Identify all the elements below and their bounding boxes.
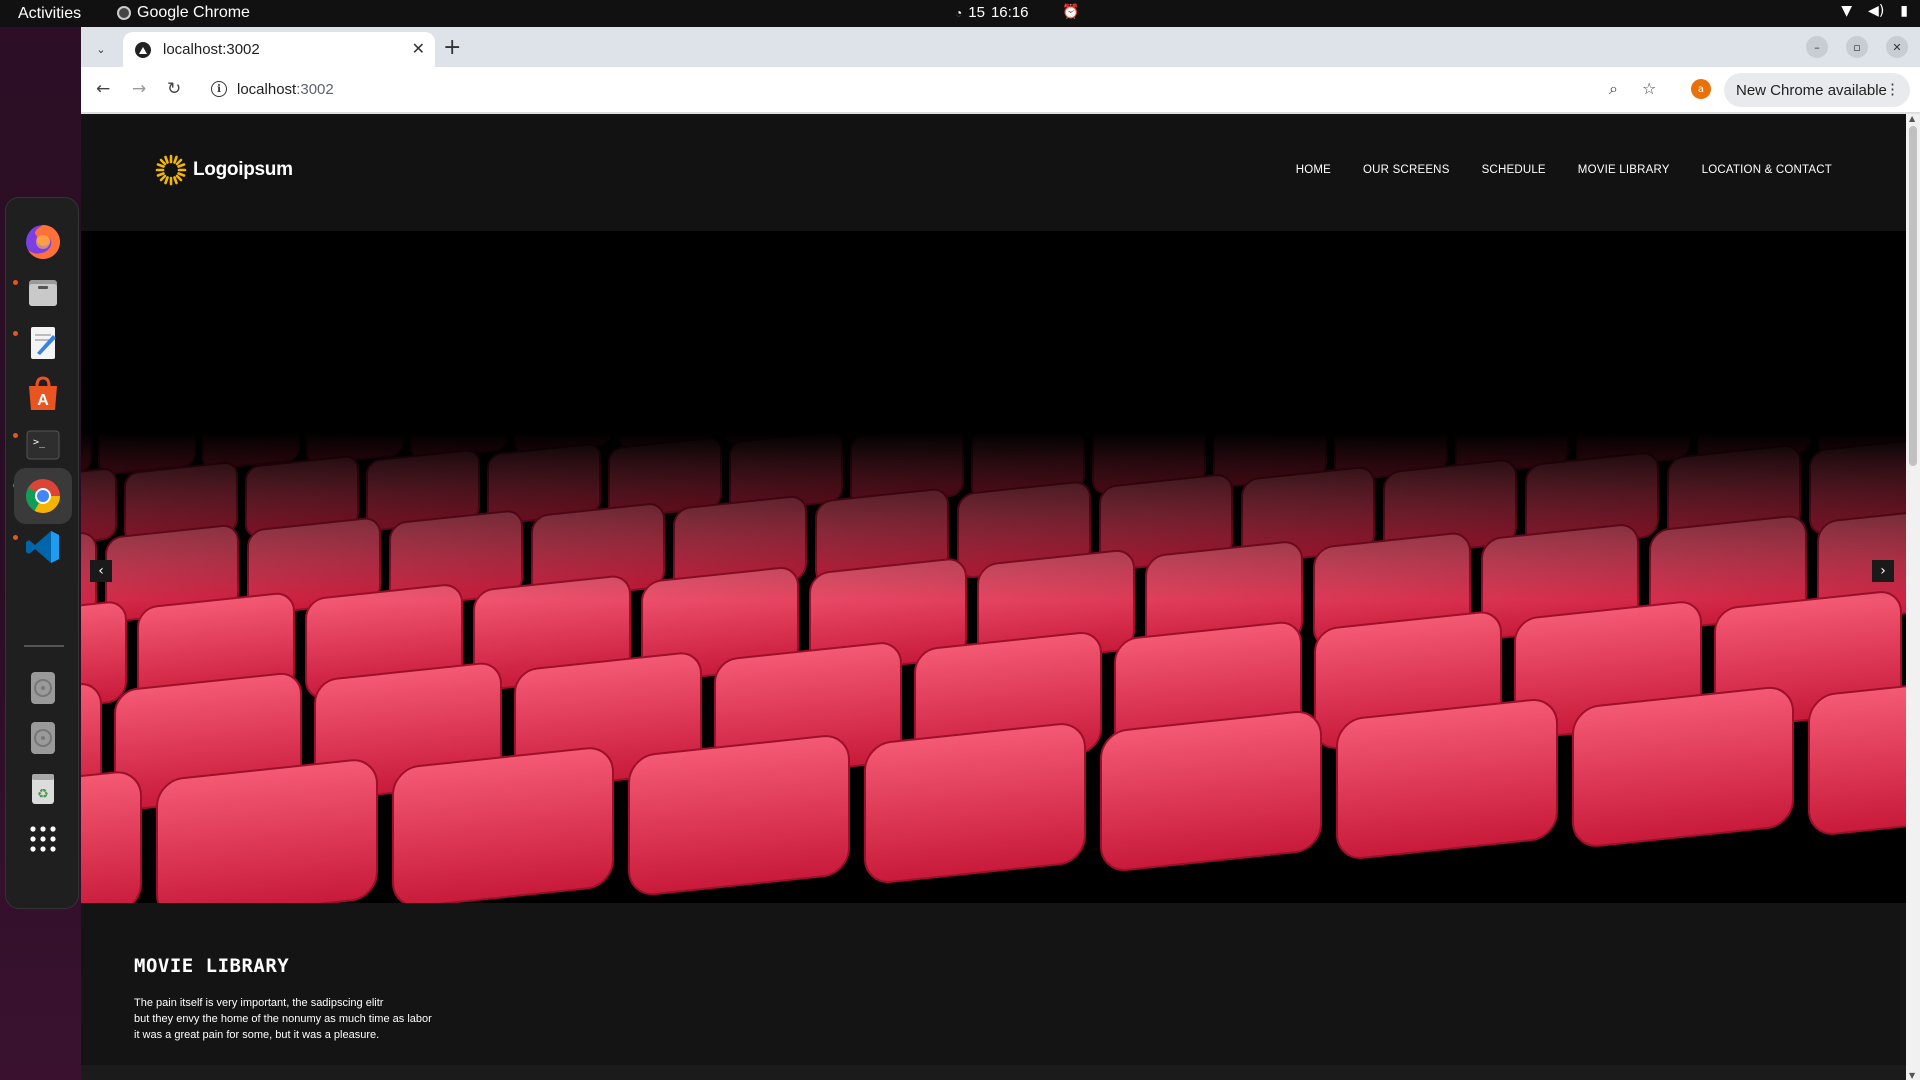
- vscode-icon: [26, 531, 59, 563]
- page-viewport: Logoipsum HOME OUR SCREENS SCHEDULE MOVI…: [81, 114, 1906, 1080]
- nav-schedule[interactable]: SCHEDULE: [1482, 164, 1546, 176]
- site-info-icon[interactable]: i: [211, 81, 227, 97]
- volume-icon: ◀): [1868, 3, 1885, 19]
- wifi-icon: ▼: [1841, 3, 1853, 19]
- hero-shadow-overlay: [81, 231, 1906, 903]
- tab-search-button[interactable]: ⌄: [90, 38, 112, 60]
- reload-button[interactable]: ↻: [167, 79, 181, 99]
- firefox-launcher[interactable]: [19, 218, 67, 266]
- bookmark-star-icon[interactable]: ☆: [1642, 79, 1656, 98]
- site-logo[interactable]: Logoipsum: [155, 154, 293, 186]
- url-text[interactable]: localhost:3002: [237, 81, 334, 98]
- back-button[interactable]: ←: [96, 79, 110, 99]
- chrome-icon: [26, 479, 60, 513]
- tab-title: localhost:3002: [163, 41, 260, 58]
- clock-time: 16:16: [990, 4, 1029, 21]
- firefox-icon: [26, 225, 60, 259]
- clock-date: 15: [968, 4, 985, 21]
- hero-carousel: ‹ ›: [81, 231, 1906, 903]
- terminal-icon: >_: [26, 430, 60, 460]
- app-menu[interactable]: Google Chrome: [117, 4, 250, 22]
- svg-text:A: A: [37, 392, 49, 409]
- carousel-prev-button[interactable]: ‹: [90, 560, 112, 582]
- chrome-launcher[interactable]: [14, 468, 72, 524]
- browser-tab[interactable]: localhost:3002 ✕: [123, 32, 435, 67]
- app-grid-icon: [30, 826, 56, 852]
- nav-movie-library[interactable]: MOVIE LIBRARY: [1578, 164, 1670, 176]
- page-scrollbar[interactable]: ▲ ▼: [1906, 114, 1920, 1080]
- close-window-button[interactable]: ✕: [1886, 36, 1908, 58]
- files-launcher[interactable]: [19, 268, 67, 316]
- nav-location-contact[interactable]: LOCATION & CONTACT: [1702, 164, 1832, 176]
- browser-window: ⌄ localhost:3002 ✕ + – ▫ ✕ ← → ↻ i local…: [81, 27, 1920, 1080]
- files-icon: [29, 280, 57, 306]
- activities-button[interactable]: Activities: [18, 5, 81, 23]
- battery-icon: ▮: [1900, 3, 1908, 19]
- zoom-icon[interactable]: ⌕: [1609, 79, 1618, 99]
- svg-text:>_: >_: [33, 437, 46, 448]
- app-menu-label: Google Chrome: [137, 4, 250, 21]
- disc-drive-icon: [31, 722, 55, 754]
- text-editor-icon: [31, 327, 56, 359]
- dock: A >_ ♻: [5, 197, 79, 909]
- svg-text:♻: ♻: [37, 787, 49, 802]
- next-section-edge: [81, 1065, 1906, 1080]
- chrome-app-icon: [117, 6, 131, 20]
- close-tab-icon[interactable]: ✕: [412, 39, 425, 58]
- notification-icon: ◔: [955, 5, 963, 20]
- trash-icon: ♻: [32, 774, 54, 804]
- minimize-button[interactable]: –: [1806, 36, 1828, 58]
- update-label: New Chrome available: [1736, 81, 1887, 99]
- scroll-down-icon[interactable]: ▼: [1909, 1071, 1915, 1080]
- menu-kebab-icon: ⋮: [1885, 81, 1900, 98]
- clock[interactable]: ◔ 15 16:16: [955, 4, 1028, 21]
- app-center-icon: A: [29, 376, 57, 410]
- new-tab-button[interactable]: +: [443, 35, 461, 60]
- terminal-launcher[interactable]: >_: [19, 421, 67, 469]
- app-center-launcher[interactable]: A: [19, 370, 67, 418]
- disc-drive-launcher[interactable]: [19, 714, 67, 762]
- text-editor-launcher[interactable]: [19, 319, 67, 367]
- nav-our-screens[interactable]: OUR SCREENS: [1363, 164, 1450, 176]
- chrome-update-button[interactable]: New Chrome available ⋮: [1724, 73, 1910, 107]
- movie-library-heading: MOVIE LIBRARY: [134, 955, 290, 977]
- tab-strip: ⌄ localhost:3002 ✕ + – ▫ ✕: [81, 27, 1920, 67]
- forward-button[interactable]: →: [132, 79, 146, 99]
- profile-avatar[interactable]: a: [1691, 79, 1711, 99]
- scrollbar-thumb[interactable]: [1909, 126, 1917, 466]
- alarm-icon: ⏰: [1062, 4, 1080, 20]
- site-favicon-icon: [135, 42, 151, 58]
- disc-drive-icon: [31, 672, 55, 704]
- show-apps-button[interactable]: [19, 815, 67, 863]
- scroll-up-icon[interactable]: ▲: [1909, 114, 1915, 123]
- chevron-down-icon: ⌄: [96, 42, 106, 56]
- main-nav: HOME OUR SCREENS SCHEDULE MOVIE LIBRARY …: [1296, 164, 1832, 176]
- logo-sun-icon: [155, 154, 187, 186]
- disc-drive-launcher[interactable]: [19, 664, 67, 712]
- library-description-line: it was a great pain for some, but it was…: [134, 1029, 380, 1041]
- movie-library-section: MOVIE LIBRARY The pain itself is very im…: [81, 903, 1906, 1065]
- maximize-button[interactable]: ▫: [1846, 36, 1868, 58]
- trash-launcher[interactable]: ♻: [19, 764, 67, 812]
- system-top-bar: Activities Google Chrome ◔ 15 16:16 ⏰ ▼ …: [0, 0, 1920, 27]
- site-header: Logoipsum HOME OUR SCREENS SCHEDULE MOVI…: [81, 114, 1906, 231]
- vscode-launcher[interactable]: [19, 523, 67, 571]
- dock-separator: [24, 645, 64, 647]
- nav-home[interactable]: HOME: [1296, 164, 1331, 176]
- carousel-next-button[interactable]: ›: [1872, 560, 1894, 582]
- library-description-line: but they envy the home of the nonumy as …: [134, 1013, 432, 1025]
- library-description-line: The pain itself is very important, the s…: [134, 997, 384, 1009]
- system-tray[interactable]: ▼ ◀) ▮: [1841, 3, 1908, 19]
- address-bar[interactable]: i localhost:3002: [201, 73, 1731, 107]
- logo-text: Logoipsum: [193, 159, 293, 180]
- cinema-seats-image: [81, 231, 1906, 903]
- browser-toolbar: ← → ↻ i localhost:3002 ⌕ ☆ a New Chrome …: [81, 67, 1920, 113]
